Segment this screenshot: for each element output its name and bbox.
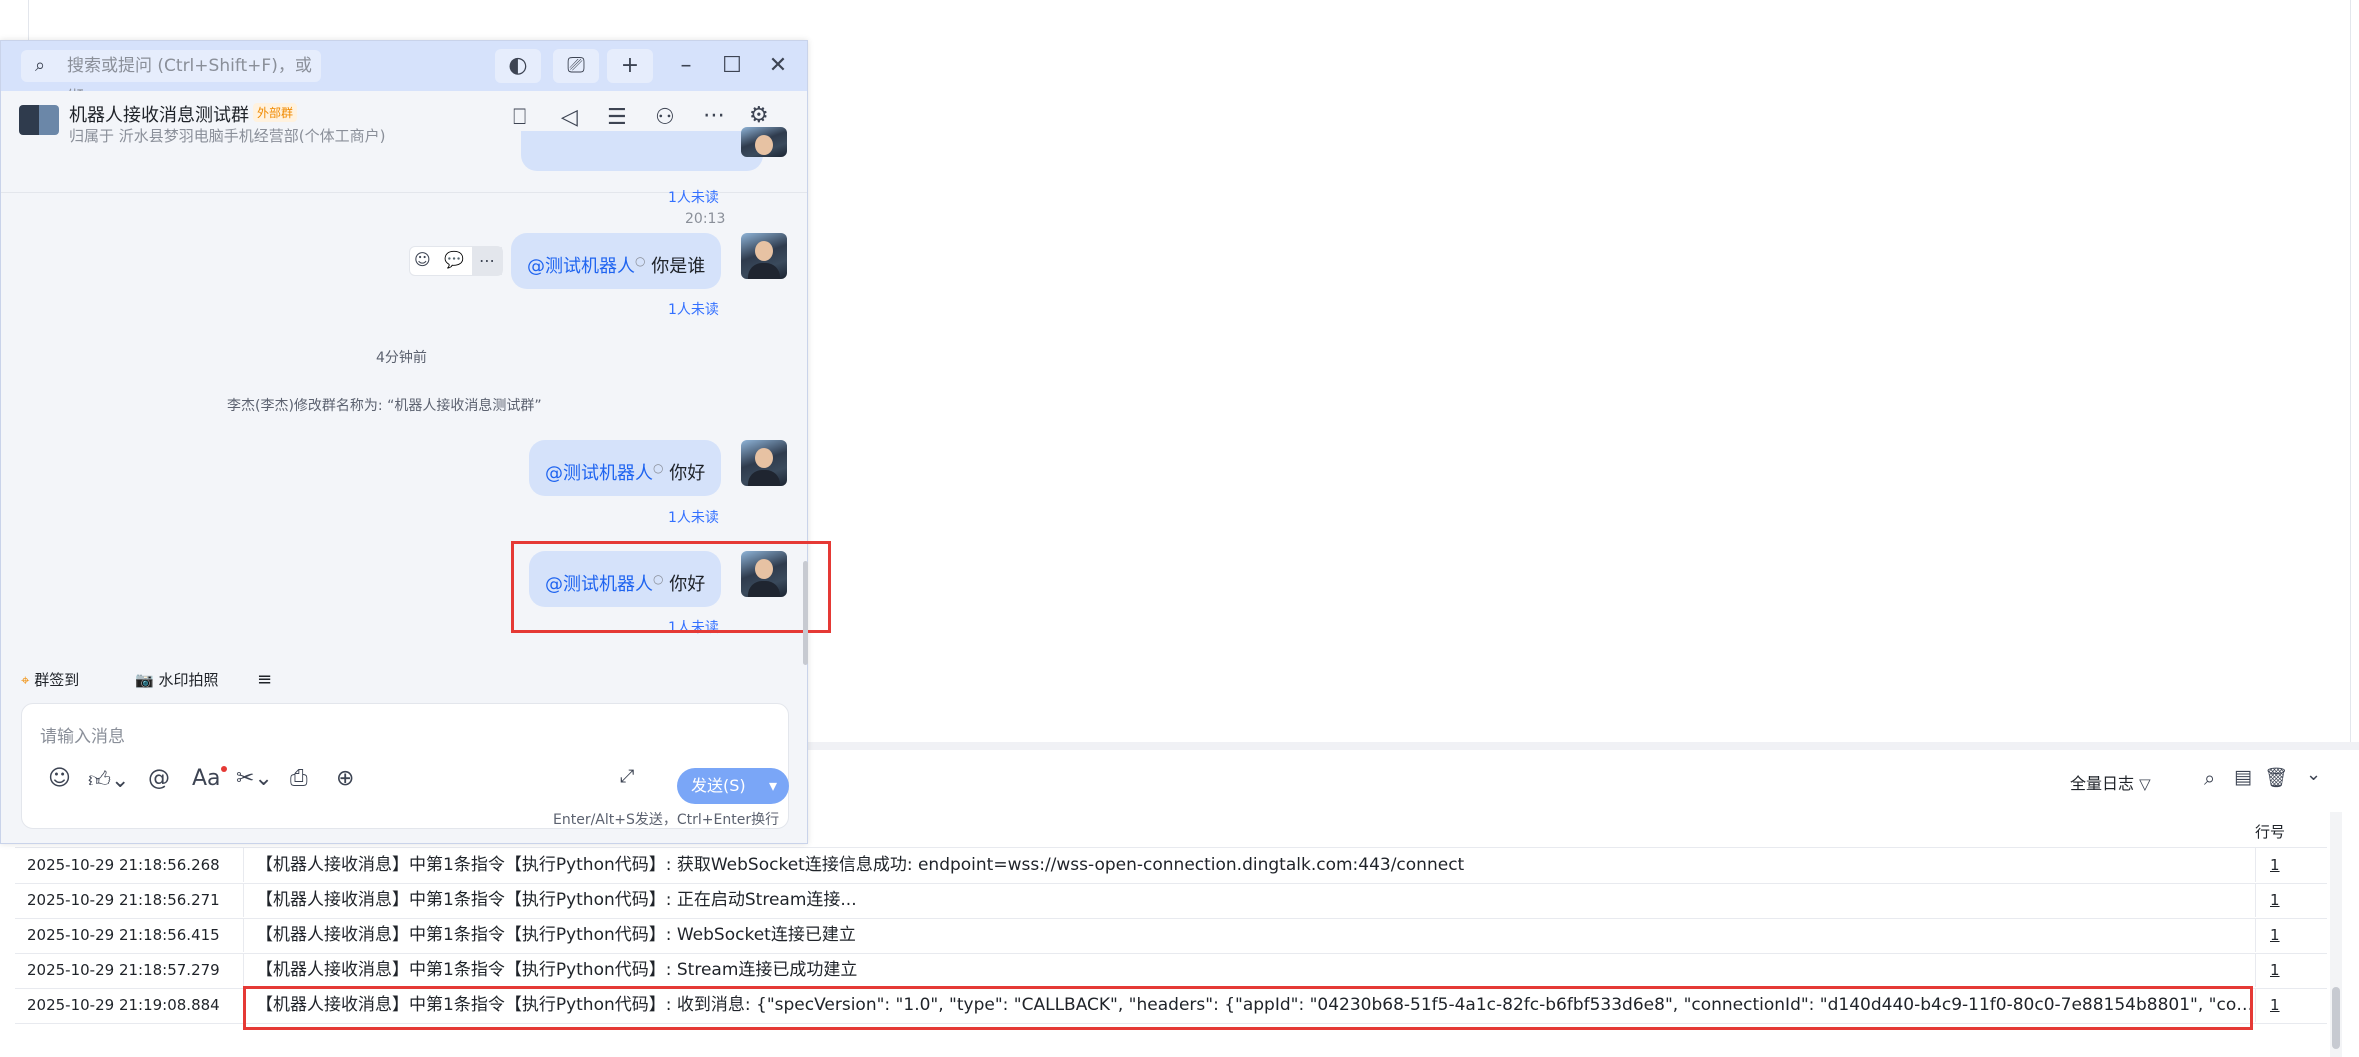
chat-window: ⌕ 搜索或提问 (Ctrl+Shift+F)，或缬 ◐ ⎚ + – ☐ ✕ 机器… xyxy=(0,40,831,844)
log-filter-dropdown[interactable]: 全量日志 ▽ xyxy=(2070,770,2151,794)
maximize-icon[interactable]: ☐ xyxy=(709,49,755,83)
watermark-photo-button[interactable]: 📷 水印拍照 xyxy=(135,661,218,699)
message-text: 你好 xyxy=(669,463,706,484)
title-bar: ⌕ 搜索或提问 (Ctrl+Shift+F)，或缬 ◐ ⎚ + – ☐ ✕ xyxy=(1,41,807,108)
message-text: 你是谁 xyxy=(651,256,706,277)
scissors-icon[interactable]: ✂⌄ xyxy=(236,766,273,791)
ai-assistant-icon[interactable]: ◐ xyxy=(495,49,541,83)
avatar[interactable] xyxy=(741,233,787,279)
log-line-link[interactable]: 1 xyxy=(2255,953,2330,987)
message-bubble[interactable]: @测试机器人○ 你是谁 xyxy=(511,233,722,289)
send-hint: Enter/Alt+S发送，Ctrl+Enter换行 xyxy=(553,812,780,828)
more-icon[interactable]: ⋯ xyxy=(472,247,502,275)
message-input[interactable]: 请输入消息 xyxy=(40,722,125,747)
group-checkin-label: 群签到 xyxy=(34,671,80,689)
log-message: 【机器人接收消息】中第1条指令【执行Python代码】: 获取WebSocket… xyxy=(243,848,2254,882)
send-button[interactable]: 发送(S) ▾ xyxy=(677,768,789,804)
message-time: 20:13 xyxy=(685,211,726,227)
log-time: 2025-10-29 21:18:56.271 xyxy=(27,891,220,909)
system-message: 李杰(李杰)修改群名称为: “机器人接收消息测试群” xyxy=(227,398,542,414)
emoji-icon[interactable]: ☺ xyxy=(48,766,71,791)
trash-icon[interactable]: 🗑 xyxy=(2264,766,2288,789)
upload-file-icon[interactable]: ⎙ xyxy=(290,766,308,791)
add-member-icon[interactable]: ⚇ xyxy=(655,105,675,130)
voice-call-icon[interactable]: ◁ xyxy=(561,105,578,130)
log-time: 2025-10-29 21:18:57.279 xyxy=(27,961,220,979)
search-input[interactable]: ⌕ 搜索或提问 (Ctrl+Shift+F)，或缬 xyxy=(21,50,321,108)
chat-search-icon[interactable]: ☰ xyxy=(607,105,627,130)
message-bubble-partial[interactable] xyxy=(521,131,763,171)
log-line-link[interactable]: 1 xyxy=(2255,988,2330,1022)
location-pin-icon: ⌖ xyxy=(21,671,30,689)
log-row[interactable]: 2025-10-29 21:18:56.271 【机器人接收消息】中第1条指令【… xyxy=(15,883,2327,919)
export-log-icon[interactable]: ▤ xyxy=(2234,766,2252,788)
menu-icon[interactable]: ≡ xyxy=(257,661,272,699)
external-group-badge: 外部群 xyxy=(253,103,298,122)
chat-scrollbar-thumb[interactable] xyxy=(803,561,808,665)
log-time: 2025-10-29 21:18:56.268 xyxy=(27,856,220,874)
reply-icon[interactable]: 💬 xyxy=(444,250,464,269)
screen-share-icon[interactable]: ⎚ xyxy=(553,49,599,83)
log-scrollbar[interactable] xyxy=(2330,812,2342,1057)
chevron-down-icon[interactable]: ▾ xyxy=(769,768,777,804)
group-name[interactable]: 机器人接收消息测试群 xyxy=(69,101,249,127)
log-line-link[interactable]: 1 xyxy=(2255,848,2330,882)
camera-icon: 📷 xyxy=(135,671,154,689)
chevron-down-icon[interactable]: ⌄ xyxy=(2306,764,2321,785)
message-bubble[interactable]: @测试机器人○ 你好 xyxy=(529,440,722,496)
log-line-link[interactable]: 1 xyxy=(2255,918,2330,952)
mention[interactable]: @测试机器人 xyxy=(527,256,635,277)
expand-icon[interactable]: ⤢ xyxy=(620,766,634,787)
avatar[interactable] xyxy=(741,440,787,486)
reaction-icon[interactable]: ☺ xyxy=(414,250,431,269)
log-line-link[interactable]: 1 xyxy=(2255,883,2330,917)
log-message: 【机器人接收消息】中第1条指令【执行Python代码】: WebSocket连接… xyxy=(243,918,2254,952)
app-left-border xyxy=(28,0,29,40)
close-icon[interactable]: ✕ xyxy=(755,49,801,83)
unread-count[interactable]: 1人未读 xyxy=(668,507,719,527)
add-circle-icon[interactable]: ⊕ xyxy=(336,766,354,791)
watermark-photo-label: 水印拍照 xyxy=(158,671,219,689)
add-icon[interactable]: + xyxy=(607,49,653,83)
text-format-icon[interactable]: Aa xyxy=(192,766,227,791)
thumbs-up-icon[interactable]: 👍︎⌄ xyxy=(88,766,129,793)
log-row[interactable]: 2025-10-29 21:18:56.268 【机器人接收消息】中第1条指令【… xyxy=(15,848,2327,884)
log-scrollbar-thumb[interactable] xyxy=(2332,987,2340,1049)
video-call-icon[interactable]: ⎕ xyxy=(513,105,526,130)
log-row[interactable]: 2025-10-29 21:18:56.415 【机器人接收消息】中第1条指令【… xyxy=(15,918,2327,954)
filter-icon: ▽ xyxy=(2139,775,2151,793)
search-icon[interactable]: ⌕ xyxy=(2204,766,2215,790)
send-label: 发送(S) xyxy=(691,776,746,795)
unread-count[interactable]: 1人未读 xyxy=(668,187,719,207)
message-actions: ☺ 💬 ⋯ xyxy=(409,246,503,276)
minimize-icon[interactable]: – xyxy=(663,49,709,83)
log-message: 【机器人接收消息】中第1条指令【执行Python代码】: Stream连接已成功… xyxy=(243,953,2254,987)
unread-count[interactable]: 1人未读 xyxy=(668,299,719,319)
log-time: 2025-10-29 21:19:08.884 xyxy=(27,996,220,1014)
highlight-box xyxy=(243,986,2253,1030)
gear-icon[interactable]: ⚙ xyxy=(749,103,769,128)
log-filter-label: 全量日志 xyxy=(2070,774,2135,793)
log-message: 【机器人接收消息】中第1条指令【执行Python代码】: 正在启动Stream连… xyxy=(243,883,2254,917)
time-divider: 4分钟前 xyxy=(376,350,427,366)
search-icon: ⌕ xyxy=(35,55,46,76)
group-avatar[interactable] xyxy=(19,105,59,135)
app-right-border xyxy=(2350,0,2351,742)
mention-icon[interactable]: @ xyxy=(148,766,170,791)
column-header-line: 行号 xyxy=(2255,823,2286,841)
avatar[interactable] xyxy=(741,127,787,157)
log-time: 2025-10-29 21:18:56.415 xyxy=(27,926,220,944)
group-checkin-button[interactable]: ⌖ 群签到 xyxy=(21,661,79,699)
group-subtitle: 归属于 沂水县梦羽电脑手机经营部(个体工商户) xyxy=(69,127,386,145)
log-row[interactable]: 2025-10-29 21:18:57.279 【机器人接收消息】中第1条指令【… xyxy=(15,953,2327,989)
more-icon[interactable]: ⋯ xyxy=(703,103,725,128)
mention[interactable]: @测试机器人 xyxy=(545,463,653,484)
highlight-box xyxy=(511,541,831,633)
